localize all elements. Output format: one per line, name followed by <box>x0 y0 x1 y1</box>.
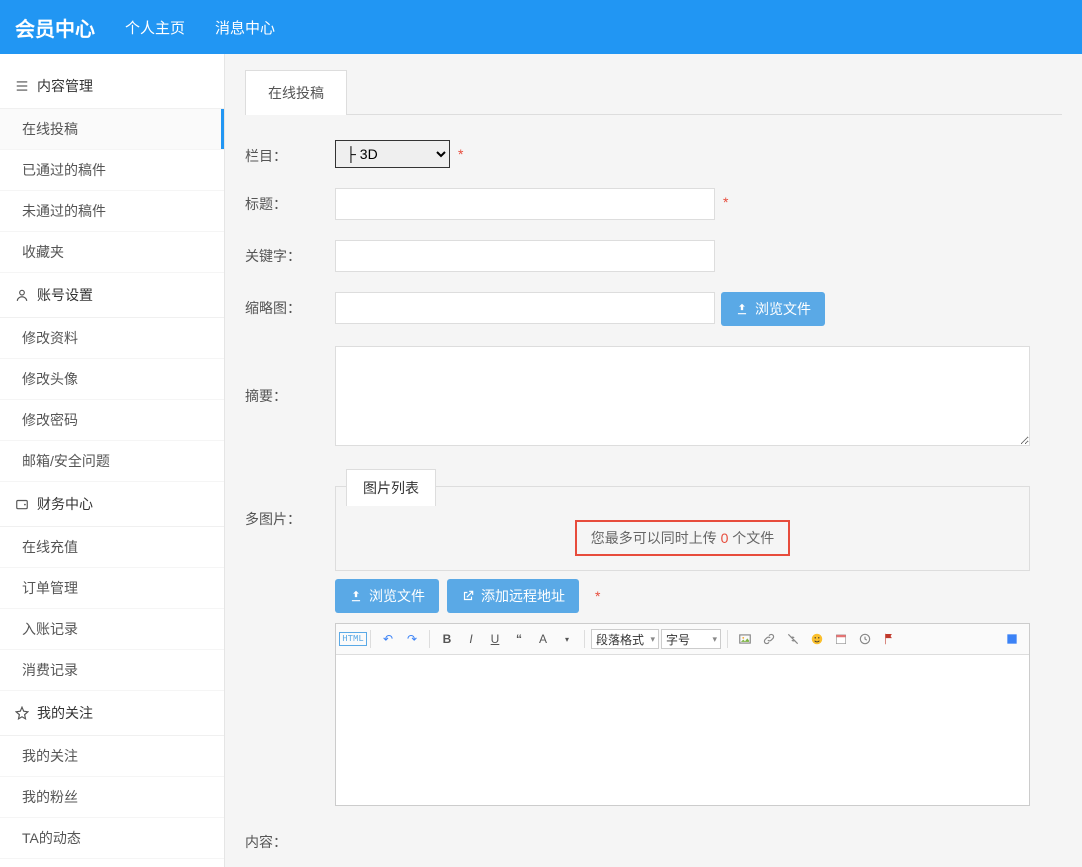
link-icon <box>762 632 776 646</box>
brand-title: 会员中心 <box>15 13 95 42</box>
rich-text-editor: HTML ↶ ↷ B I U “ A ▾ 段落格式 字号 <box>335 623 1030 806</box>
label-summary: 摘要： <box>245 346 335 406</box>
upload-icon <box>735 302 749 316</box>
thumb-input[interactable] <box>335 292 715 324</box>
sidebar-group-account: 账号设置 <box>0 273 224 318</box>
sidebar-item-my-fans[interactable]: 我的粉丝 <box>0 777 224 818</box>
upload-limit-notice: 您最多可以同时上传 0 个文件 <box>575 520 791 556</box>
paragraph-format-select[interactable]: 段落格式 <box>591 629 659 649</box>
sidebar-group-label: 账号设置 <box>37 285 93 305</box>
special-char-button[interactable] <box>878 628 900 650</box>
browse-file-button[interactable]: 浏览文件 <box>721 292 825 326</box>
sidebar-item-orders[interactable]: 订单管理 <box>0 568 224 609</box>
sidebar-item-recharge[interactable]: 在线充值 <box>0 527 224 568</box>
sidebar-item-expense[interactable]: 消费记录 <box>0 650 224 691</box>
html-source-button[interactable]: HTML <box>342 628 364 650</box>
sidebar-item-income[interactable]: 入账记录 <box>0 609 224 650</box>
editor-body[interactable] <box>336 655 1029 805</box>
calendar-icon <box>834 632 848 646</box>
sidebar-item-submit[interactable]: 在线投稿 <box>0 109 224 150</box>
fullscreen-button[interactable] <box>1001 628 1023 650</box>
sidebar-item-edit-profile[interactable]: 修改资料 <box>0 318 224 359</box>
bold-button[interactable]: B <box>436 628 458 650</box>
font-size-select[interactable]: 字号 <box>661 629 721 649</box>
nav-message-center[interactable]: 消息中心 <box>215 17 275 38</box>
date-button[interactable] <box>830 628 852 650</box>
tab-online-submit[interactable]: 在线投稿 <box>245 70 347 115</box>
time-button[interactable] <box>854 628 876 650</box>
summary-textarea[interactable] <box>335 346 1030 446</box>
label-multi-image: 多图片： <box>245 469 335 529</box>
required-marker: * <box>595 588 600 604</box>
button-label: 浏览文件 <box>369 586 425 606</box>
user-icon <box>15 288 29 302</box>
wallet-icon <box>15 497 29 511</box>
sidebar-group-label: 财务中心 <box>37 494 93 514</box>
notice-text: 个文件 <box>728 530 774 546</box>
button-label: 添加远程地址 <box>481 586 565 606</box>
button-label: 浏览文件 <box>755 299 811 319</box>
list-icon <box>15 79 29 93</box>
sidebar-item-my-follow[interactable]: 我的关注 <box>0 736 224 777</box>
label-keyword: 关键字： <box>245 240 335 266</box>
external-link-icon <box>461 589 475 603</box>
sidebar-item-rejected[interactable]: 未通过的稿件 <box>0 191 224 232</box>
sidebar-item-approved[interactable]: 已通过的稿件 <box>0 150 224 191</box>
tabs: 在线投稿 <box>245 69 1062 115</box>
browse-file-button-2[interactable]: 浏览文件 <box>335 579 439 613</box>
sidebar-group-label: 我的关注 <box>37 703 93 723</box>
dropdown-icon[interactable]: ▾ <box>556 628 578 650</box>
unlink-button[interactable] <box>782 628 804 650</box>
multi-image-box: 图片列表 您最多可以同时上传 0 个文件 <box>335 486 1030 571</box>
sidebar-item-ta-feed[interactable]: TA的动态 <box>0 818 224 859</box>
link-button[interactable] <box>758 628 780 650</box>
keyword-input[interactable] <box>335 240 715 272</box>
label-content: 内容： <box>245 826 335 852</box>
redo-button[interactable]: ↷ <box>401 628 423 650</box>
column-select[interactable]: ├ 3D <box>335 140 450 168</box>
title-input[interactable] <box>335 188 715 220</box>
notice-text: 您最多可以同时上传 <box>591 530 721 546</box>
underline-button[interactable]: U <box>484 628 506 650</box>
image-icon <box>738 632 752 646</box>
undo-button[interactable]: ↶ <box>377 628 399 650</box>
flag-icon <box>882 632 896 646</box>
sidebar-group-label: 内容管理 <box>37 76 93 96</box>
main-content: 在线投稿 栏目： ├ 3D * 标题： * 关键字： <box>225 54 1082 867</box>
add-remote-url-button[interactable]: 添加远程地址 <box>447 579 579 613</box>
sidebar-item-edit-password[interactable]: 修改密码 <box>0 400 224 441</box>
sidebar-group-follow: 我的关注 <box>0 691 224 736</box>
editor-toolbar: HTML ↶ ↷ B I U “ A ▾ 段落格式 字号 <box>336 624 1029 655</box>
smiley-icon <box>810 632 824 646</box>
unlink-icon <box>786 632 800 646</box>
sidebar-item-favorites[interactable]: 收藏夹 <box>0 232 224 273</box>
clock-icon <box>858 632 872 646</box>
italic-button[interactable]: I <box>460 628 482 650</box>
fullscreen-icon <box>1005 632 1019 646</box>
label-thumb: 缩略图： <box>245 292 335 318</box>
required-marker: * <box>458 140 463 162</box>
image-button[interactable] <box>734 628 756 650</box>
sidebar-item-email-security[interactable]: 邮箱/安全问题 <box>0 441 224 482</box>
emoji-button[interactable] <box>806 628 828 650</box>
font-color-button[interactable]: A <box>532 628 554 650</box>
sidebar-group-content: 内容管理 <box>0 64 224 109</box>
label-column: 栏目： <box>245 140 335 166</box>
nav-personal-home[interactable]: 个人主页 <box>125 17 185 38</box>
quote-button[interactable]: “ <box>508 628 530 650</box>
top-header: 会员中心 个人主页 消息中心 <box>0 0 1082 54</box>
image-list-tab[interactable]: 图片列表 <box>346 469 436 506</box>
required-marker: * <box>723 188 728 210</box>
upload-icon <box>349 589 363 603</box>
sidebar: 内容管理 在线投稿 已通过的稿件 未通过的稿件 收藏夹 账号设置 修改资料 修改… <box>0 54 225 867</box>
label-title: 标题： <box>245 188 335 214</box>
sidebar-item-edit-avatar[interactable]: 修改头像 <box>0 359 224 400</box>
sidebar-group-finance: 财务中心 <box>0 482 224 527</box>
star-icon <box>15 706 29 720</box>
